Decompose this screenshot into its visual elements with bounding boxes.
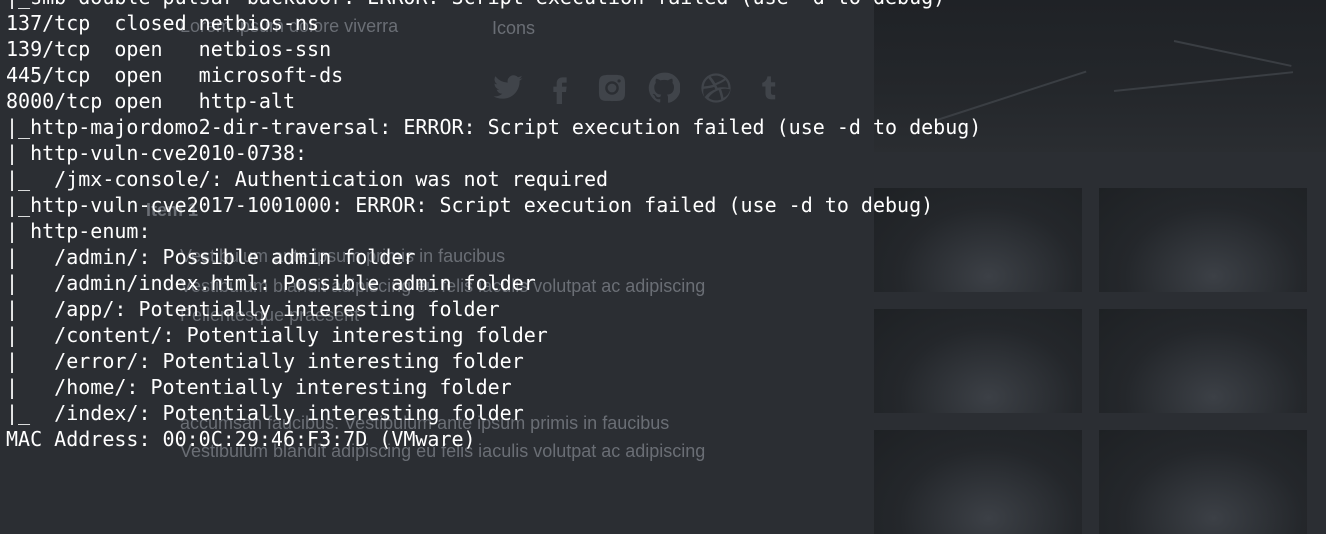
gallery-thumbnail: [1099, 430, 1307, 534]
gallery-thumbnail: [1099, 188, 1307, 292]
gallery-thumbnail: [1099, 309, 1307, 413]
screen: { "background_page": { "texts": [ "Lorem…: [0, 0, 1326, 534]
terminal-line: | /error/: Potentially interesting folde…: [6, 349, 524, 373]
terminal-line: | /admin/: Possible admin folder: [6, 245, 416, 269]
terminal-line: 445/tcp open microsoft-ds: [6, 63, 344, 87]
terminal-line: | /admin/index.html: Possible admin fold…: [6, 271, 536, 295]
terminal-output[interactable]: |_smb-double-pulsar-backdoor: ERROR: Scr…: [0, 0, 981, 452]
terminal-line: 8000/tcp open http-alt: [6, 89, 295, 113]
terminal-line: |_http-vuln-cve2017-1001000: ERROR: Scri…: [6, 193, 934, 217]
terminal-line: |_smb-double-pulsar-backdoor: ERROR: Scr…: [6, 0, 981, 10]
terminal-line: |_ /jmx-console/: Authentication was not…: [6, 167, 609, 191]
terminal-line: | /home/: Potentially interesting folder: [6, 375, 512, 399]
terminal-line: | /app/: Potentially interesting folder: [6, 297, 500, 321]
terminal-line: | /content/: Potentially interesting fol…: [6, 323, 548, 347]
terminal-line: |_http-majordomo2-dir-traversal: ERROR: …: [6, 115, 982, 139]
terminal-line: | http-enum:: [6, 219, 151, 243]
terminal-line: |_ /index/: Potentially interesting fold…: [6, 401, 524, 425]
terminal-line: 137/tcp closed netbios-ns: [6, 11, 320, 35]
terminal-line: MAC Address: 00:0C:29:46:F3:7D (VMware): [6, 427, 476, 451]
terminal-line: | http-vuln-cve2010-0738:: [6, 141, 308, 165]
terminal-line: 139/tcp open netbios-ssn: [6, 37, 332, 61]
